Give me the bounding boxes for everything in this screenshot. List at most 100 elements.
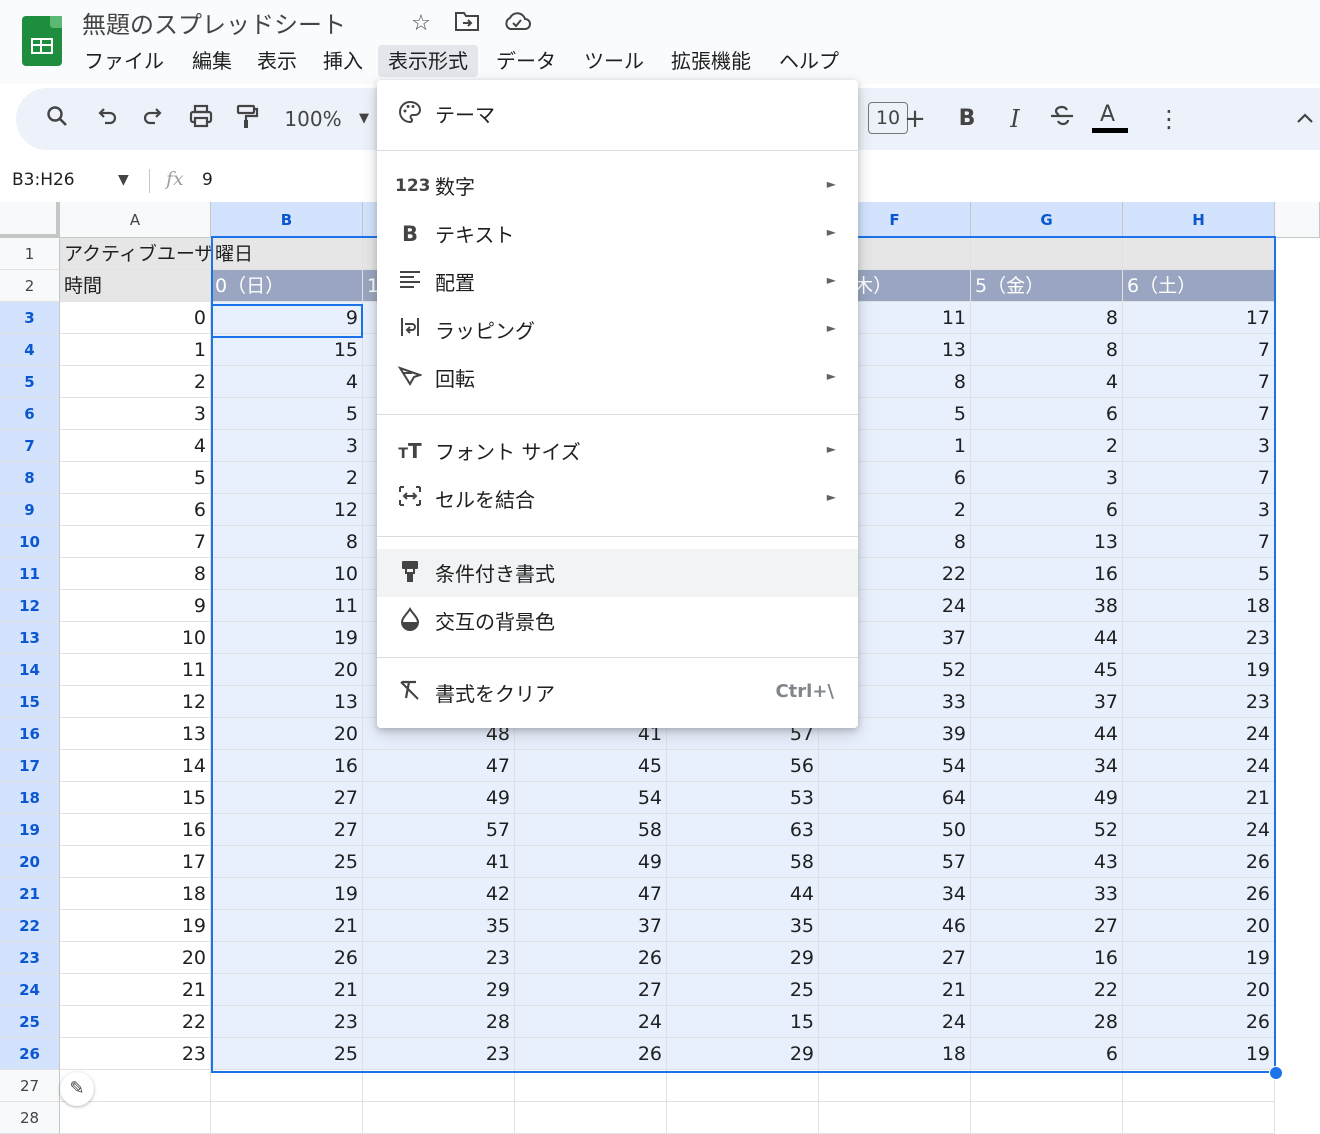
menu-extensions[interactable]: 拡張機能	[671, 45, 751, 77]
name-box-dropdown-icon[interactable]: ▼	[118, 172, 129, 188]
cell[interactable]: 20	[1123, 974, 1275, 1006]
cell[interactable]: 63	[667, 814, 819, 846]
cell[interactable]: 2	[211, 462, 363, 494]
cell[interactable]: 44	[971, 622, 1123, 654]
cell[interactable]: 13	[211, 686, 363, 718]
cell[interactable]: 16	[971, 942, 1123, 974]
cell[interactable]: 10	[60, 622, 211, 654]
menu-item-alternating-colors[interactable]: 交互の背景色	[377, 597, 858, 645]
cell[interactable]: 19	[1123, 654, 1275, 686]
collapse-toolbar-icon[interactable]	[1292, 104, 1318, 134]
cell[interactable]: 27	[211, 814, 363, 846]
row-header[interactable]: 8	[0, 462, 60, 494]
cell[interactable]: 5	[60, 462, 211, 494]
cell[interactable]: 29	[667, 1038, 819, 1070]
cell[interactable]: 26	[211, 942, 363, 974]
cell[interactable]: 28	[971, 1006, 1123, 1038]
menu-item-rotation[interactable]: 回転 ►	[377, 354, 858, 402]
cell[interactable]: 6	[60, 494, 211, 526]
cell[interactable]: 26	[515, 1038, 667, 1070]
row-header[interactable]: 20	[0, 846, 60, 878]
cell[interactable]: 21	[211, 974, 363, 1006]
cell[interactable]: 54	[819, 750, 971, 782]
row-header[interactable]: 17	[0, 750, 60, 782]
cell[interactable]: 5	[211, 398, 363, 430]
cell[interactable]: 24	[819, 1006, 971, 1038]
cell[interactable]	[60, 1102, 211, 1134]
cell[interactable]	[515, 1102, 667, 1134]
cell[interactable]: 45	[971, 654, 1123, 686]
menu-tools[interactable]: ツール	[584, 45, 644, 77]
row-header[interactable]: 24	[0, 974, 60, 1006]
cell[interactable]: 38	[971, 590, 1123, 622]
cell[interactable]	[971, 1070, 1123, 1102]
row-header[interactable]: 15	[0, 686, 60, 718]
cell[interactable]	[515, 1070, 667, 1102]
row-header[interactable]: 21	[0, 878, 60, 910]
cell[interactable]	[211, 1070, 363, 1102]
menu-file[interactable]: ファイル	[84, 45, 164, 77]
cell[interactable]: 35	[667, 910, 819, 942]
row-header[interactable]: 2	[0, 270, 60, 302]
menu-help[interactable]: ヘルプ	[779, 45, 839, 77]
menu-item-font-size[interactable]: TT フォント サイズ ►	[377, 427, 858, 475]
cell[interactable]: 50	[819, 814, 971, 846]
row-header[interactable]: 5	[0, 366, 60, 398]
cell[interactable]: 27	[211, 782, 363, 814]
cell[interactable]	[363, 1070, 515, 1102]
cell[interactable]: 6	[971, 1038, 1123, 1070]
italic-button[interactable]: I	[1000, 104, 1030, 134]
cell[interactable]: 24	[1123, 718, 1275, 750]
cell[interactable]: 58	[667, 846, 819, 878]
row-header[interactable]: 25	[0, 1006, 60, 1038]
cell[interactable]: 28	[363, 1006, 515, 1038]
cell[interactable]: 0	[60, 302, 211, 334]
text-color-button[interactable]: A	[1092, 102, 1128, 134]
cell[interactable]: 18	[60, 878, 211, 910]
cell[interactable]: 22	[60, 1006, 211, 1038]
cell[interactable]: 57	[363, 814, 515, 846]
cell[interactable]: 10	[211, 558, 363, 590]
cell[interactable]: 7	[1123, 526, 1275, 558]
cell[interactable]: 23	[1123, 686, 1275, 718]
menu-item-text[interactable]: B テキスト ►	[377, 210, 858, 258]
cell[interactable]: 7	[1123, 462, 1275, 494]
row-header[interactable]: 27	[0, 1070, 60, 1102]
cell[interactable]: 26	[1123, 1006, 1275, 1038]
cell[interactable]: 7	[60, 526, 211, 558]
cell[interactable]: 6	[971, 398, 1123, 430]
cell[interactable]: 23	[363, 942, 515, 974]
row-header[interactable]: 6	[0, 398, 60, 430]
cell[interactable]: 23	[60, 1038, 211, 1070]
cell[interactable]: 11	[211, 590, 363, 622]
row-header[interactable]: 13	[0, 622, 60, 654]
cell[interactable]: 41	[363, 846, 515, 878]
cell[interactable]: 26	[515, 942, 667, 974]
cell[interactable]: 37	[971, 686, 1123, 718]
pencil-icon[interactable]: ✎	[60, 1072, 94, 1106]
cell[interactable]: 37	[515, 910, 667, 942]
cell[interactable]: 6	[971, 494, 1123, 526]
cell[interactable]: 12	[60, 686, 211, 718]
cell[interactable]: 14	[60, 750, 211, 782]
document-title[interactable]: 無題のスプレッドシート	[82, 5, 346, 40]
cell[interactable]: 20	[60, 942, 211, 974]
row-header[interactable]: 23	[0, 942, 60, 974]
print-icon[interactable]	[186, 104, 216, 134]
cell[interactable]: 4	[60, 430, 211, 462]
name-box[interactable]: B3:H26	[12, 170, 75, 190]
cell[interactable]: 時間	[60, 270, 211, 302]
more-options-icon[interactable]: ⋮	[1156, 104, 1182, 134]
cell[interactable]: 25	[211, 846, 363, 878]
cell[interactable]: 12	[211, 494, 363, 526]
row-header[interactable]: 26	[0, 1038, 60, 1070]
cell[interactable]: 7	[1123, 366, 1275, 398]
cell[interactable]: 18	[1123, 590, 1275, 622]
cell[interactable]	[971, 1102, 1123, 1134]
cell[interactable]: 7	[1123, 398, 1275, 430]
cell[interactable]: 7	[1123, 334, 1275, 366]
formula-input[interactable]: 9	[202, 170, 213, 190]
cell[interactable]	[819, 1070, 971, 1102]
cell[interactable]: 49	[971, 782, 1123, 814]
cell[interactable]: 47	[363, 750, 515, 782]
